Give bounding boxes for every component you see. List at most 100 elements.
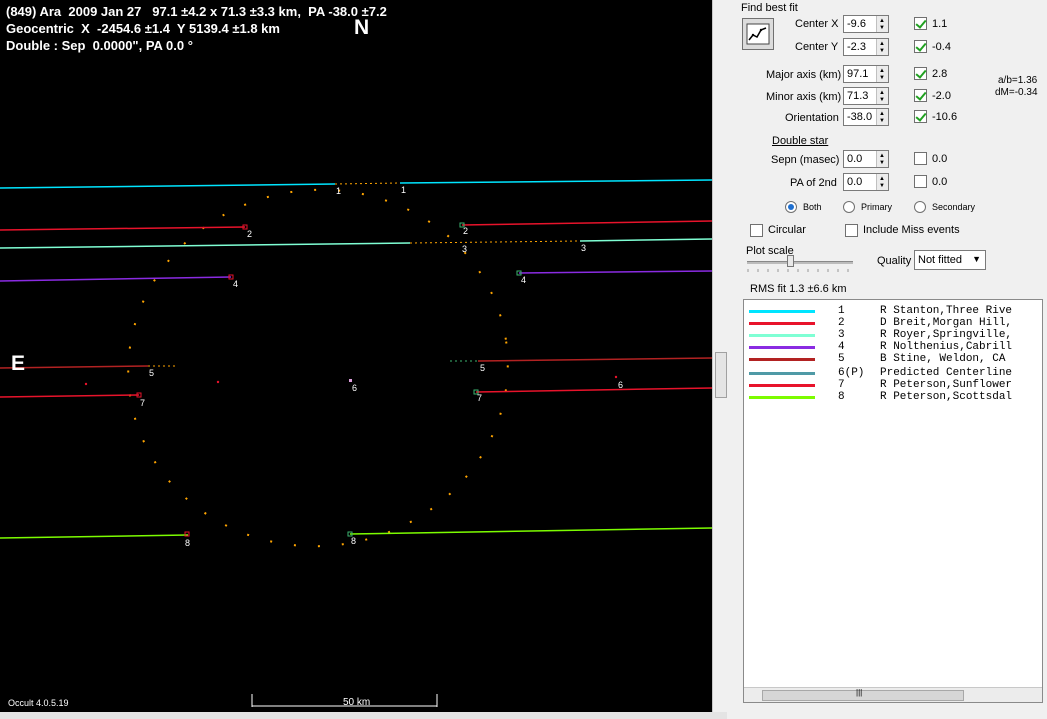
chord-label: 3 [462,244,467,254]
legend-entry: 3 [838,329,845,341]
legend-row[interactable]: 6(P) Predicted Centerline [744,367,1042,379]
center-x-fit-checkbox[interactable] [914,17,927,30]
legend-observer: Predicted Centerline [880,367,1013,379]
pa-second-input[interactable]: 0.0 ▲ ▼ [843,173,889,191]
primary-radio[interactable] [843,201,855,213]
legend-observer: R Stanton,Three Rive [880,305,1013,317]
orientation-value: -38.0 [847,111,873,123]
separation-input[interactable]: 0.0 ▲ ▼ [843,150,889,168]
chord-7-right [475,387,712,393]
chord-6-dot-2 [216,380,220,384]
chart-fit-icon [746,23,770,45]
legend-row[interactable]: 4 R Nolthenius,Cabrill [744,341,1042,353]
chord-label: 6 [618,380,623,390]
primary-radio-label: Primary [861,202,892,212]
include-miss-label: Include Miss events [863,224,960,236]
center-y-fit-checkbox[interactable] [914,40,927,53]
chord-1-right [399,179,712,184]
legend-swatch [749,396,815,399]
legend-row[interactable]: 8 R Peterson,Scottsdal [744,391,1042,403]
axis-ratio: a/b=1.36 [998,75,1038,86]
scrollbar-grip[interactable] [715,352,727,398]
major-axis-fit-checkbox[interactable] [914,67,927,80]
pa-second-result: 0.0 [932,176,948,188]
legend-row[interactable]: 7 R Peterson,Sunflower [744,379,1042,391]
legend-observer: R Nolthenius,Cabrill [880,341,1013,353]
legend-swatch [749,322,815,325]
plot-vertical-scrollbar[interactable] [712,0,727,712]
observer-legend[interactable]: 1 R Stanton,Three Rive 2 D Breit,Morgan … [743,299,1043,703]
orientation-result: -10.6 [932,111,958,123]
orientation-spin-arrows[interactable]: ▲ ▼ [876,109,888,125]
legend-swatch [749,334,815,337]
legend-swatch [749,310,815,313]
legend-row[interactable]: 2 D Breit,Morgan Hill, [744,317,1042,329]
include-miss-checkbox[interactable] [845,224,858,237]
circular-label: Circular [768,224,806,236]
legend-row[interactable]: 3 R Royer,Springville, [744,329,1042,341]
minor-axis-label: Minor axis (km) [766,91,842,103]
center-y-spin-arrows[interactable]: ▲ ▼ [876,39,888,55]
separation-spin-arrows[interactable]: ▲ ▼ [876,151,888,167]
chord-8-right [349,527,712,535]
secondary-radio[interactable] [914,201,926,213]
major-axis-spin-arrows[interactable]: ▲ ▼ [876,66,888,82]
legend-scroll-thumb[interactable] [762,690,964,701]
chord-6-left-dot [84,382,88,386]
chord-label: 8 [351,536,356,546]
major-axis-value: 97.1 [847,68,869,80]
major-axis-input[interactable]: 97.1 ▲ ▼ [843,65,889,83]
both-radio[interactable] [785,201,797,213]
orientation-input[interactable]: -38.0 ▲ ▼ [843,108,889,126]
center-y-input[interactable]: -2.3 ▲ ▼ [843,38,889,56]
legend-row[interactable]: 5 B Stine, Weldon, CA [744,353,1042,365]
chord-8-left [0,534,189,539]
legend-observer: R Peterson,Scottsdal [880,391,1013,403]
separation-value: 0.0 [847,153,863,165]
orientation-fit-checkbox[interactable] [914,110,927,123]
chord-6-right-dot [614,375,618,379]
separation-fit-checkbox[interactable] [914,152,927,165]
center-x-result: 1.1 [932,18,948,30]
quality-select[interactable]: Not fitted ▼ [914,250,986,270]
double-star-heading: Double star [772,135,829,147]
center-x-spin-arrows[interactable]: ▲ ▼ [876,16,888,32]
profile-plot[interactable]: 1 1 2 2 3 3 4 4 5 5 6 6 7 7 8 8 (849) Ar… [0,0,712,712]
chord-5-right [477,357,712,362]
orientation-label: Orientation [785,112,839,124]
plot-scale-track[interactable] [747,261,853,264]
pa-second-spin-arrows[interactable]: ▲ ▼ [876,174,888,190]
center-y-value: -2.3 [847,41,866,53]
legend-observer: R Royer,Springville, [880,329,1013,341]
chord-label: 4 [233,279,238,289]
plot-scale-thumb[interactable] [787,255,794,267]
major-axis-label: Major axis (km) [766,69,842,81]
major-axis-result: 2.8 [932,68,948,80]
chord-label: 2 [247,229,252,239]
legend-observer: R Peterson,Sunflower [880,379,1013,391]
minor-axis-input[interactable]: 71.3 ▲ ▼ [843,87,889,105]
chord-1-left [0,183,336,189]
plot-horizontal-scrollbar[interactable] [0,712,727,719]
chord-label: 1 [336,186,341,196]
minor-axis-fit-checkbox[interactable] [914,89,927,102]
legend-horizontal-scrollbar[interactable]: ||| [744,687,1042,702]
center-x-input[interactable]: -9.6 ▲ ▼ [843,15,889,33]
quality-label: Quality [877,255,912,267]
circular-checkbox[interactable] [750,224,763,237]
minor-axis-value: 71.3 [847,90,869,102]
minor-axis-spin-arrows[interactable]: ▲ ▼ [876,88,888,104]
plot-scale-ticks [747,269,849,272]
center-x-label: Center X [795,18,839,30]
legend-observer: B Stine, Weldon, CA [880,353,1006,365]
pa-second-fit-checkbox[interactable] [914,175,927,188]
chord-label: 5 [480,363,485,373]
both-radio-label: Both [803,202,822,212]
chord-label: 2 [463,226,468,236]
legend-row[interactable]: 1 R Stanton,Three Rive [744,305,1042,317]
separation-result: 0.0 [932,153,948,165]
header-line-3: Double : Sep 0.0000", PA 0.0 ° [6,38,193,53]
find-best-fit-button[interactable] [742,18,774,50]
pa-second-value: 0.0 [847,176,863,188]
center-marker [349,379,352,382]
